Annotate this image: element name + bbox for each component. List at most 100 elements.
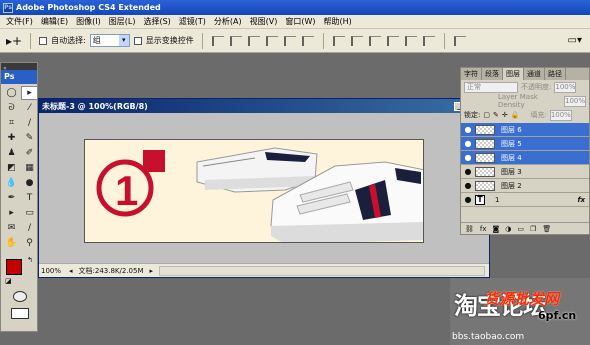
layer-row[interactable]: ● 图层 4 [461, 151, 589, 165]
layers-panel: 字符 段落 图层 通道 路径 正常 不透明度: 100% Layer Mask … [460, 67, 590, 235]
auto-select-checkbox[interactable] [39, 36, 48, 45]
zoom-tool-icon[interactable]: ⚲ [21, 236, 38, 250]
crop-tool-icon[interactable]: ⌗ [3, 116, 20, 130]
delete-layer-icon[interactable]: 🗑 [542, 225, 551, 233]
adjustment-layer-icon[interactable]: ◑ [505, 225, 511, 233]
tab-paragraph[interactable]: 段落 [482, 68, 503, 80]
link-layers-icon[interactable]: ⛓ [465, 225, 474, 233]
eraser-tool-icon[interactable]: ◩ [3, 161, 20, 175]
align-right-icon[interactable] [301, 35, 314, 46]
layer-row[interactable]: ● 图层 3 [461, 165, 589, 179]
auto-select-dropdown[interactable]: 组 ▾ [89, 34, 130, 47]
menu-window[interactable]: 窗口(W) [281, 16, 319, 27]
dodge-tool-icon[interactable]: ● [21, 176, 38, 190]
fx-icon[interactable]: fx [577, 196, 585, 204]
foreground-color-swatch[interactable] [6, 259, 22, 275]
notes-tool-icon[interactable]: ✉ [3, 221, 20, 235]
tab-character[interactable]: 字符 [461, 68, 482, 80]
layer-row[interactable]: ● 图层 5 [461, 137, 589, 151]
menu-analysis[interactable]: 分析(A) [210, 16, 246, 27]
align-top-icon[interactable] [211, 35, 224, 46]
menu-filter[interactable]: 滤镜(T) [175, 16, 210, 27]
distribute-bottom-icon[interactable] [368, 35, 381, 46]
canvas[interactable]: 1 [84, 139, 424, 243]
lock-all-icon[interactable]: 🔒 [511, 111, 520, 119]
move-tool-preset-icon[interactable]: ▸+ [6, 34, 22, 48]
tab-layers[interactable]: 图层 [503, 68, 524, 80]
zoom-level[interactable]: 100% [41, 267, 63, 275]
align-vcenter-icon[interactable] [229, 35, 242, 46]
menu-help[interactable]: 帮助(H) [320, 16, 356, 27]
align-bottom-icon[interactable] [247, 35, 260, 46]
menu-select[interactable]: 选择(S) [139, 16, 174, 27]
hand-tool-icon[interactable]: ✋ [3, 236, 20, 250]
new-layer-icon[interactable]: ❐ [530, 225, 536, 233]
tab-paths[interactable]: 路径 [545, 68, 566, 80]
chevron-down-icon[interactable]: ▾ [118, 35, 129, 46]
opacity-input[interactable]: 100% [554, 81, 577, 93]
distribute-hcenter-icon[interactable] [404, 35, 417, 46]
nav-icon[interactable]: ◂ [69, 267, 73, 275]
eye-icon[interactable]: ● [461, 139, 475, 148]
add-mask-icon[interactable]: ◙ [493, 225, 500, 233]
distribute-top-icon[interactable] [332, 35, 345, 46]
menu-file[interactable]: 文件(F) [2, 16, 37, 27]
pen-tool-icon[interactable]: ✒ [3, 191, 20, 205]
move-tool-icon[interactable]: ▸ [21, 86, 38, 100]
layer-list: ● 图层 6 ● 图层 5 ● 图层 4 ● 图层 3 ● 图层 2 ● T 1 [461, 123, 589, 207]
lock-transparent-icon[interactable]: ▢ [483, 111, 490, 119]
status-menu-arrow-icon[interactable]: ▸ [150, 267, 154, 275]
layer-row[interactable]: ● 图层 2 [461, 179, 589, 193]
color-sampler-tool-icon[interactable]: ∕ [21, 221, 38, 235]
eye-icon[interactable]: ● [461, 153, 475, 162]
eye-icon[interactable]: ● [461, 181, 475, 190]
fill-input[interactable]: 100% [549, 109, 572, 121]
menu-layer[interactable]: 图层(L) [105, 16, 140, 27]
blend-mode-select[interactable]: 正常 [464, 81, 518, 93]
horizontal-scrollbar[interactable] [159, 265, 485, 276]
distribute-right-icon[interactable] [422, 35, 435, 46]
density-input[interactable]: 100% [564, 95, 586, 107]
add-style-icon[interactable]: fx [480, 225, 487, 233]
divider [201, 32, 203, 49]
lock-position-icon[interactable]: ✛ [502, 111, 508, 119]
workspace-icon[interactable]: ▭▾ [568, 35, 582, 46]
menu-edit[interactable]: 编辑(E) [37, 16, 72, 27]
swap-colors-icon[interactable]: ↰ [27, 256, 33, 264]
blur-tool-icon[interactable]: 💧 [3, 176, 20, 190]
type-tool-icon[interactable]: T [21, 191, 38, 205]
lock-image-icon[interactable]: ✎ [493, 111, 499, 119]
menu-view[interactable]: 视图(V) [246, 16, 282, 27]
eye-icon[interactable]: ● [461, 195, 475, 204]
layer-name: 图层 5 [501, 139, 522, 148]
eyedropper-tool-icon[interactable]: ∕ [21, 116, 38, 130]
magic-wand-tool-icon[interactable]: ⁄ [21, 101, 38, 115]
new-group-icon[interactable]: ▭ [517, 225, 524, 233]
brush-tool-icon[interactable]: ✎ [21, 131, 38, 145]
history-brush-tool-icon[interactable]: ✐ [21, 146, 38, 160]
align-hcenter-icon[interactable] [283, 35, 296, 46]
clone-stamp-tool-icon[interactable]: ♟ [3, 146, 20, 160]
menu-image[interactable]: 图像(I) [72, 16, 105, 27]
shape-tool-icon[interactable]: ▭ [21, 206, 38, 220]
distribute-left-icon[interactable] [386, 35, 399, 46]
eye-icon[interactable]: ● [461, 125, 475, 134]
align-left-icon[interactable] [265, 35, 278, 46]
path-selection-tool-icon[interactable]: ▸ [3, 206, 20, 220]
auto-align-icon[interactable] [453, 35, 466, 46]
default-colors-icon[interactable]: ◪ [5, 277, 12, 285]
eye-icon[interactable]: ● [461, 167, 475, 176]
show-transform-checkbox[interactable] [133, 36, 142, 45]
layer-row[interactable]: ● 图层 6 [461, 123, 589, 137]
screen-mode-icon[interactable] [11, 308, 29, 319]
healing-brush-tool-icon[interactable]: ✚ [3, 131, 20, 145]
quick-mask-icon[interactable] [13, 291, 27, 302]
marquee-tool-icon[interactable]: ◯ [3, 86, 20, 100]
gradient-tool-icon[interactable]: ▦ [21, 161, 38, 175]
document-title-bar[interactable]: 未标题-3 @ 100%(RGB/8) _ □ × [39, 99, 489, 113]
layer-row[interactable]: ● T 1 fx [461, 193, 589, 207]
tab-channels[interactable]: 通道 [524, 68, 545, 80]
lasso-tool-icon[interactable]: ᘐ [3, 101, 20, 115]
toolbox-header[interactable]: « [1, 63, 37, 72]
distribute-vcenter-icon[interactable] [350, 35, 363, 46]
